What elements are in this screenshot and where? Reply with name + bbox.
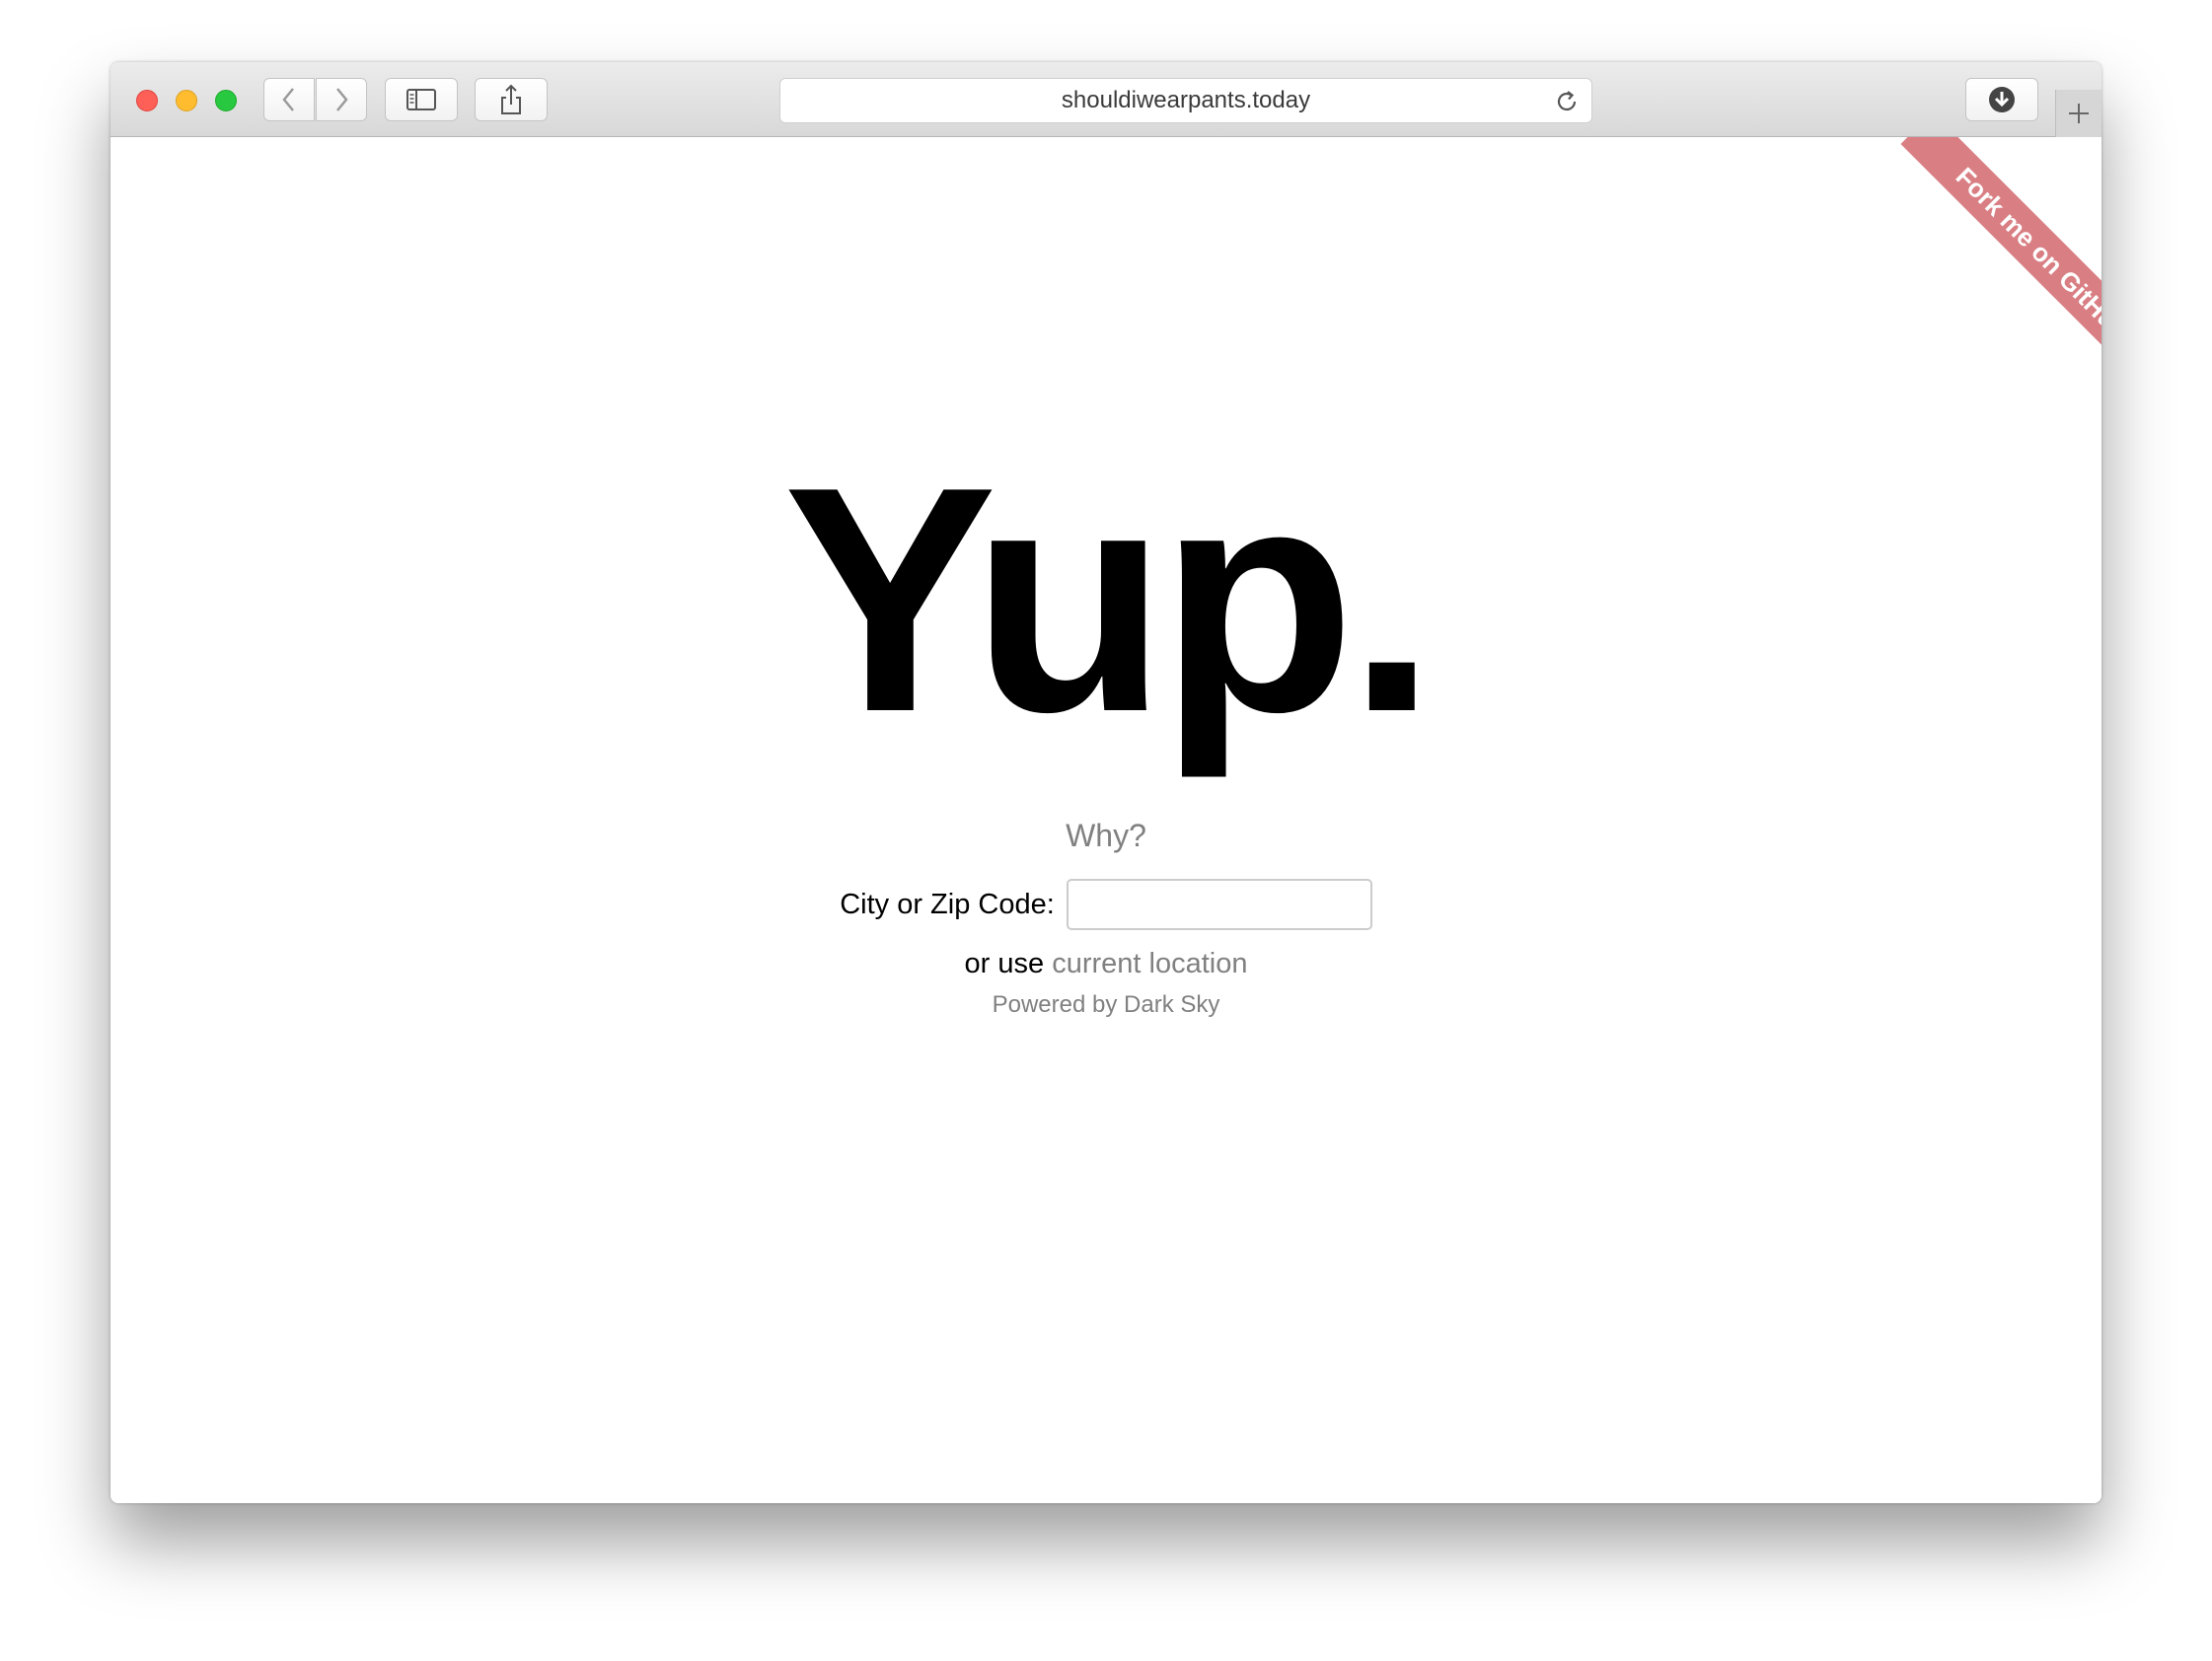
forward-button[interactable] — [316, 78, 367, 121]
share-icon — [501, 84, 521, 114]
sidebar-icon — [406, 89, 436, 110]
location-input[interactable] — [1066, 879, 1372, 930]
browser-toolbar: shouldiwearpants.today — [111, 62, 2101, 137]
fork-me-ribbon[interactable]: Fork me on GitHub — [1900, 137, 2101, 396]
downloads-button[interactable] — [1965, 78, 2038, 121]
or-use-text: or use — [964, 948, 1045, 979]
address-bar[interactable]: shouldiwearpants.today — [779, 78, 1592, 123]
geolocation-row: or use current location — [111, 948, 2101, 980]
answer-heading: Yup. — [782, 420, 1437, 778]
minimize-window-button[interactable] — [176, 90, 197, 111]
sidebar-toggle-button[interactable] — [385, 78, 458, 121]
page-content: Fork me on GitHub Yup. Why? City or Zip … — [111, 137, 2101, 1503]
reload-icon[interactable] — [1554, 89, 1580, 114]
chevron-right-icon — [336, 88, 348, 111]
powered-by-link[interactable]: Powered by Dark Sky — [111, 991, 2101, 1019]
github-ribbon-container: Fork me on GitHub — [1835, 137, 2101, 403]
new-tab-button[interactable] — [2055, 90, 2101, 137]
current-location-link[interactable]: current location — [1052, 948, 1247, 979]
share-button[interactable] — [475, 78, 548, 121]
location-label: City or Zip Code: — [840, 888, 1055, 920]
plus-icon — [2069, 104, 2089, 123]
close-window-button[interactable] — [136, 90, 158, 111]
url-text: shouldiwearpants.today — [1061, 87, 1311, 113]
chevron-left-icon — [282, 88, 294, 111]
download-icon — [1989, 87, 2015, 112]
why-link[interactable]: Why? — [111, 818, 2101, 854]
location-form: City or Zip Code: — [111, 879, 2101, 930]
maximize-window-button[interactable] — [215, 90, 237, 111]
browser-window: shouldiwearpants.today Fork me on GitHub — [111, 62, 2101, 1503]
back-button[interactable] — [263, 78, 315, 121]
